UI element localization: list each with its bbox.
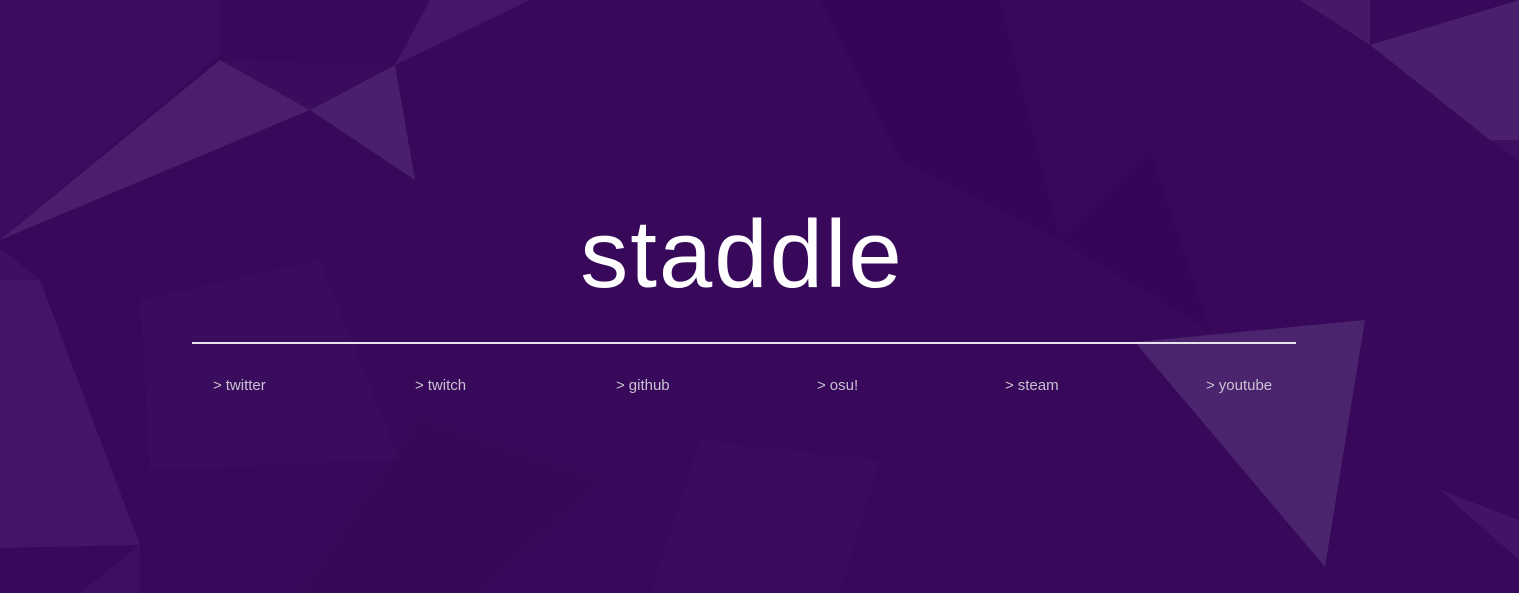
bg-triangle bbox=[0, 280, 140, 548]
link-youtube[interactable]: > youtube bbox=[1206, 376, 1272, 396]
chevron-right-icon: > bbox=[213, 377, 222, 394]
link-steam[interactable]: > steam bbox=[1005, 376, 1059, 396]
social-links-nav: > twitter > twitch > github > osu! > steam > y… bbox=[0, 376, 1519, 400]
chevron-right-icon: > bbox=[616, 377, 625, 394]
bg-triangle bbox=[1300, 0, 1370, 45]
link-github[interactable]: > github bbox=[616, 376, 670, 396]
bg-triangle bbox=[1440, 490, 1519, 560]
link-twitch[interactable]: > twitch bbox=[415, 376, 466, 396]
bg-triangle bbox=[1370, 0, 1519, 140]
chevron-right-icon: > bbox=[1206, 377, 1215, 394]
bg-triangle bbox=[395, 0, 530, 65]
link-osu[interactable]: > osu! bbox=[817, 376, 858, 396]
bg-triangle bbox=[1135, 320, 1365, 567]
link-label: github bbox=[628, 377, 670, 394]
title-divider bbox=[192, 342, 1296, 344]
bg-triangle bbox=[80, 545, 140, 593]
link-label: youtube bbox=[1218, 377, 1273, 394]
link-label: twitter bbox=[225, 377, 266, 394]
chevron-right-icon: > bbox=[415, 377, 424, 394]
page-background: staddle > twitter > twitch > github > osu! >… bbox=[0, 0, 1519, 593]
link-label: osu! bbox=[829, 377, 859, 394]
link-twitter[interactable]: > twitter bbox=[213, 376, 266, 396]
chevron-right-icon: > bbox=[1005, 377, 1014, 394]
bg-triangle bbox=[650, 440, 880, 593]
site-title: staddle bbox=[580, 201, 904, 308]
chevron-right-icon: > bbox=[817, 377, 826, 394]
bg-triangle bbox=[1490, 140, 1519, 160]
link-label: steam bbox=[1017, 377, 1059, 394]
link-label: twitch bbox=[427, 377, 467, 394]
